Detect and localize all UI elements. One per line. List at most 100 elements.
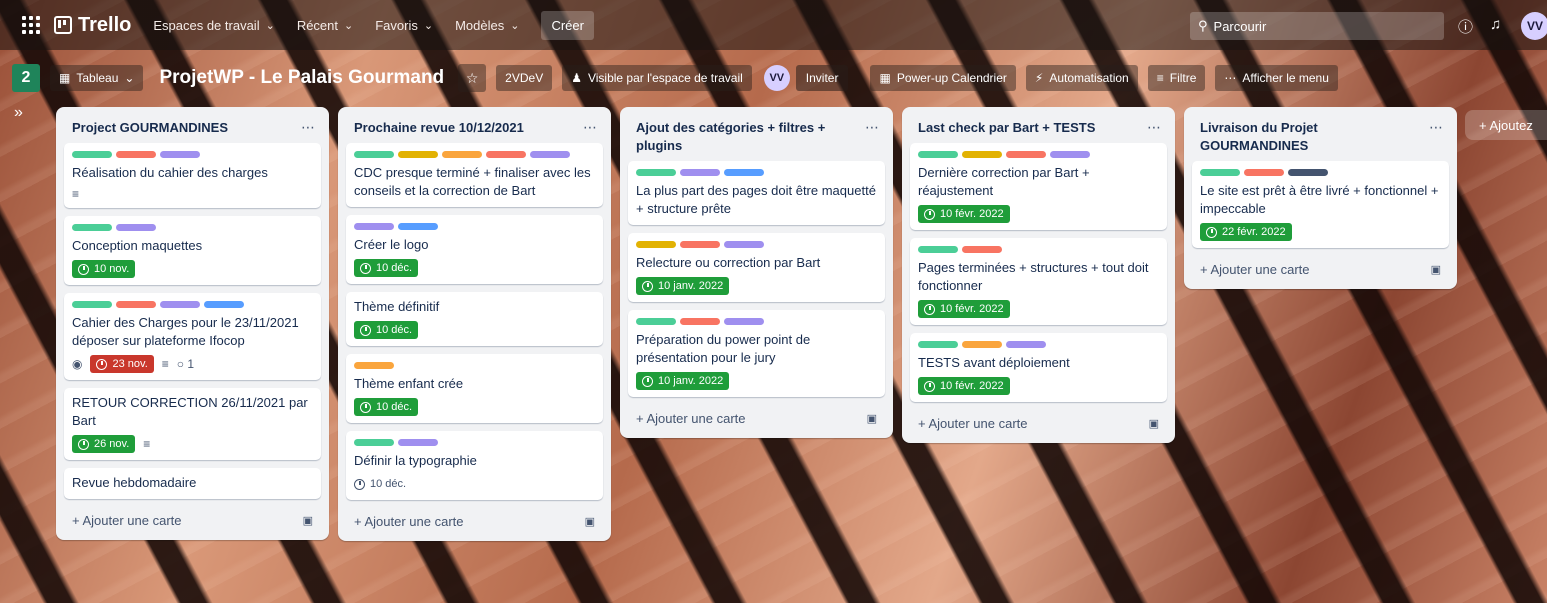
card[interactable]: CDC presque terminé + finaliser avec les…: [346, 143, 603, 207]
list-title[interactable]: Project GOURMANDINES: [72, 119, 228, 137]
visibility-button[interactable]: ♟ Visible par l'espace de travail: [562, 65, 752, 91]
label-green[interactable]: [636, 318, 676, 325]
card[interactable]: Conception maquettes 10 nov.: [64, 216, 321, 285]
label-orange[interactable]: [354, 362, 394, 369]
label-purple[interactable]: [1050, 151, 1090, 158]
more-icon[interactable]: ⋯: [865, 119, 879, 155]
label-purple[interactable]: [354, 223, 394, 230]
due-date-badge[interactable]: 10 févr. 2022: [918, 205, 1010, 223]
card-template-icon[interactable]: ▣: [1149, 417, 1159, 430]
due-date-badge[interactable]: 10 déc.: [354, 259, 419, 277]
list-title[interactable]: Last check par Bart + TESTS: [918, 119, 1095, 137]
label-green[interactable]: [72, 224, 112, 231]
due-date-badge[interactable]: 10 déc.: [354, 321, 419, 339]
card-template-icon[interactable]: ▣: [585, 515, 595, 528]
more-icon[interactable]: ⋯: [301, 119, 315, 137]
board-view-switcher[interactable]: ▦ Tableau ⌄: [50, 65, 144, 91]
due-date-badge[interactable]: 10 janv. 2022: [636, 277, 730, 295]
label-purple[interactable]: [724, 318, 764, 325]
filter-button[interactable]: ≡ Filtre: [1147, 65, 1206, 91]
add-card-button[interactable]: + Ajouter une carte ▣: [1184, 256, 1457, 289]
card-template-icon[interactable]: ▣: [867, 412, 877, 425]
nav-recent[interactable]: Récent ⌄: [297, 18, 353, 33]
due-date-badge[interactable]: 10 janv. 2022: [636, 372, 730, 390]
expand-sidebar-icon[interactable]: »: [14, 104, 23, 122]
label-yellow[interactable]: [962, 151, 1002, 158]
add-list-button[interactable]: + Ajoutez: [1465, 110, 1547, 140]
due-date-badge[interactable]: 10 déc.: [354, 475, 406, 493]
label-red[interactable]: [1006, 151, 1046, 158]
trello-logo[interactable]: Trello: [54, 14, 131, 37]
due-date-badge[interactable]: 22 févr. 2022: [1200, 223, 1292, 241]
workspace-badge[interactable]: 2: [12, 64, 40, 92]
notification-bell-icon[interactable]: ♫: [1490, 16, 1501, 33]
card[interactable]: RETOUR CORRECTION 26/11/2021 par Bart 26 …: [64, 388, 321, 460]
label-purple[interactable]: [724, 241, 764, 248]
card[interactable]: Thème définitif 10 déc.: [346, 292, 603, 346]
add-card-button[interactable]: + Ajouter une carte ▣: [56, 507, 329, 540]
card[interactable]: Dernière correction par Bart + réajustem…: [910, 143, 1167, 230]
label-red[interactable]: [680, 318, 720, 325]
label-red[interactable]: [1244, 169, 1284, 176]
nav-templates[interactable]: Modèles ⌄: [455, 18, 519, 33]
card[interactable]: Revue hebdomadaire: [64, 468, 321, 499]
search-input[interactable]: ⚲ Parcourir: [1190, 12, 1444, 40]
label-red[interactable]: [116, 151, 156, 158]
card[interactable]: Le site est prêt à être livré + fonction…: [1192, 161, 1449, 248]
nav-starred[interactable]: Favoris ⌄: [375, 18, 433, 33]
card[interactable]: Relecture ou correction par Bart 10 janv.…: [628, 233, 885, 302]
label-yellow[interactable]: [636, 241, 676, 248]
label-blue[interactable]: [398, 223, 438, 230]
add-card-button[interactable]: + Ajouter une carte ▣: [338, 508, 611, 541]
automation-button[interactable]: ⚡ Automatisation: [1025, 65, 1138, 91]
label-blue[interactable]: [724, 169, 764, 176]
calendar-powerup-button[interactable]: ▦ Power-up Calendrier: [870, 65, 1016, 91]
label-dark[interactable]: [1288, 169, 1328, 176]
label-purple[interactable]: [1006, 341, 1046, 348]
card[interactable]: TESTS avant déploiement 10 févr. 2022: [910, 333, 1167, 402]
card[interactable]: Pages terminées + structures + tout doit…: [910, 238, 1167, 325]
list-title[interactable]: Prochaine revue 10/12/2021: [354, 119, 524, 137]
card[interactable]: Thème enfant crée 10 déc.: [346, 354, 603, 423]
label-purple[interactable]: [530, 151, 570, 158]
label-green[interactable]: [918, 151, 958, 158]
more-icon[interactable]: ⋯: [583, 119, 597, 137]
card[interactable]: Préparation du power point de présentati…: [628, 310, 885, 397]
label-green[interactable]: [1200, 169, 1240, 176]
card[interactable]: Réalisation du cahier des charges ≡: [64, 143, 321, 208]
show-menu-button[interactable]: ⋯ Afficher le menu: [1215, 65, 1338, 91]
invite-button[interactable]: Inviter: [795, 65, 849, 91]
label-green[interactable]: [636, 169, 676, 176]
label-green[interactable]: [918, 246, 958, 253]
label-purple[interactable]: [160, 151, 200, 158]
due-date-badge[interactable]: 23 nov.: [90, 355, 154, 373]
label-green[interactable]: [354, 439, 394, 446]
due-date-badge[interactable]: 10 déc.: [354, 398, 419, 416]
add-card-button[interactable]: + Ajouter une carte ▣: [902, 410, 1175, 443]
label-red[interactable]: [486, 151, 526, 158]
label-purple[interactable]: [116, 224, 156, 231]
card[interactable]: La plus part des pages doit être maquett…: [628, 161, 885, 225]
label-red[interactable]: [116, 301, 156, 308]
label-red[interactable]: [680, 241, 720, 248]
info-icon[interactable]: ⓘ: [1458, 16, 1473, 37]
label-red[interactable]: [962, 246, 1002, 253]
more-icon[interactable]: ⋯: [1147, 119, 1161, 137]
nav-workspaces[interactable]: Espaces de travail ⌄: [153, 18, 274, 33]
app-switcher-icon[interactable]: [22, 16, 40, 34]
due-date-badge[interactable]: 10 févr. 2022: [918, 377, 1010, 395]
due-date-badge[interactable]: 26 nov.: [72, 435, 136, 453]
label-purple[interactable]: [398, 439, 438, 446]
more-icon[interactable]: ⋯: [1429, 119, 1443, 155]
create-button[interactable]: Créer: [541, 10, 594, 40]
star-board-button[interactable]: ☆: [458, 64, 487, 92]
label-blue[interactable]: [204, 301, 244, 308]
add-card-button[interactable]: + Ajouter une carte ▣: [620, 405, 893, 438]
card-template-icon[interactable]: ▣: [1431, 263, 1441, 276]
label-green[interactable]: [354, 151, 394, 158]
list-title[interactable]: Ajout des catégories + filtres + plugins: [636, 119, 865, 155]
card[interactable]: Définir la typographie 10 déc.: [346, 431, 603, 500]
label-orange[interactable]: [962, 341, 1002, 348]
card-template-icon[interactable]: ▣: [303, 514, 313, 527]
workspace-button[interactable]: 2VDeV: [496, 65, 553, 91]
